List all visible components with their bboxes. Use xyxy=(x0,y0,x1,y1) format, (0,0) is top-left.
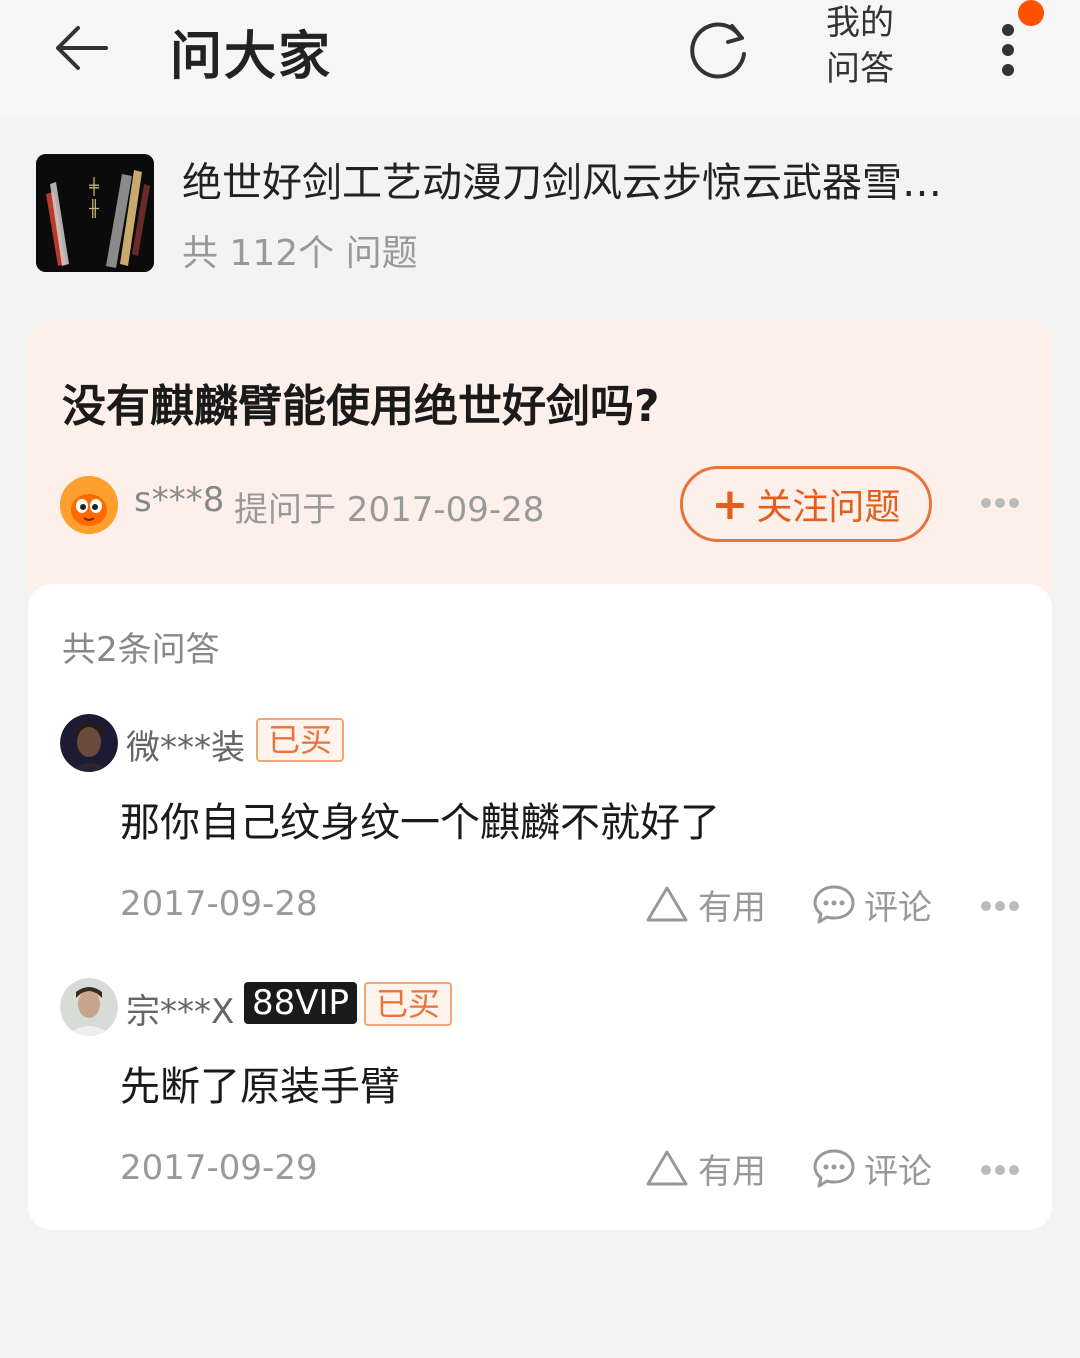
more-vertical-icon-dot xyxy=(1002,64,1014,76)
product-title: 绝世好剑工艺动漫刀剑风云步惊云武器雪… xyxy=(182,160,942,206)
bought-badge: 已买 xyxy=(256,718,345,762)
useful-button[interactable]: 有用 xyxy=(644,882,766,928)
answers-count: 共2条问答 xyxy=(62,630,220,670)
bought-badge: 已买 xyxy=(364,982,453,1026)
product-row[interactable]: ╪ ╫ 绝世好剑工艺动漫刀剑风云步惊云武器雪… 共 112个 问题 xyxy=(0,118,1080,318)
more-vertical-icon xyxy=(1002,24,1014,36)
answerer-name: 宗***X xyxy=(126,992,235,1032)
useful-button[interactable]: 有用 xyxy=(644,1146,766,1192)
comment-button[interactable]: 评论 xyxy=(812,1146,932,1192)
answers-card: 共2条问答 微***装 已买 那你自己纹身纹一个麒麟不就好了 2017-09-2… xyxy=(28,584,1052,1230)
page-title: 问大家 xyxy=(170,27,333,87)
comment-button[interactable]: 评论 xyxy=(812,882,932,928)
answer-text: 那你自己纹身纹一个麒麟不就好了 xyxy=(120,800,720,846)
product-thumbnail: ╪ ╫ xyxy=(36,154,154,272)
answer-more-button[interactable] xyxy=(978,1162,1022,1178)
question-count: 共 112个 问题 xyxy=(182,233,418,274)
back-button[interactable] xyxy=(50,20,114,76)
notification-dot xyxy=(1018,0,1044,26)
refresh-icon xyxy=(690,22,746,79)
top-bar: 问大家 我的 问答 xyxy=(0,0,1080,118)
asker-avatar xyxy=(60,476,118,534)
answer-item: 微***装 已买 那你自己纹身纹一个麒麟不就好了 2017-09-28 有用 评… xyxy=(28,714,1052,974)
avatar[interactable] xyxy=(60,714,118,772)
comment-label: 评论 xyxy=(864,1151,932,1192)
answer-text: 先断了原装手臂 xyxy=(120,1064,400,1110)
answer-item: 宗***X 88VIP 已买 先断了原装手臂 2017-09-29 有用 评论 xyxy=(28,978,1052,1238)
more-horizontal-icon xyxy=(981,1165,1019,1175)
my-qa-button[interactable]: 我的 问答 xyxy=(826,0,906,92)
refresh-button[interactable] xyxy=(684,14,754,84)
svg-text:╫: ╫ xyxy=(88,198,99,218)
question-more-button[interactable] xyxy=(978,488,1022,518)
user-avatar-image xyxy=(60,978,118,1036)
asker-name: s***8 xyxy=(134,480,225,520)
answer-date: 2017-09-28 xyxy=(120,884,318,924)
chat-bubble-icon xyxy=(813,885,855,924)
vip-badge: 88VIP xyxy=(244,982,358,1024)
more-horizontal-icon xyxy=(981,901,1019,911)
follow-question-button[interactable]: + 关注问题 xyxy=(680,466,932,542)
comment-label: 评论 xyxy=(864,887,932,928)
answerer-name: 微***装 xyxy=(126,728,245,768)
answer-date: 2017-09-29 xyxy=(120,1148,318,1188)
product-image: ╪ ╫ xyxy=(36,154,154,272)
chat-bubble-icon xyxy=(813,1149,855,1188)
my-qa-label-line1: 我的 xyxy=(826,3,894,43)
more-horizontal-icon xyxy=(981,498,1019,508)
more-menu-button[interactable] xyxy=(988,14,1028,84)
more-vertical-icon-dot xyxy=(1002,44,1014,56)
my-qa-label-line2: 问答 xyxy=(826,49,894,89)
asked-date: 提问于 2017-09-28 xyxy=(234,490,545,530)
svg-text:╪: ╪ xyxy=(88,176,99,196)
question-card: 没有麒麟臂能使用绝世好剑吗? s***8 提问于 2017-09-28 + 关注… xyxy=(28,320,1052,620)
useful-label: 有用 xyxy=(698,1151,766,1192)
arrow-left-icon xyxy=(56,26,108,70)
answer-more-button[interactable] xyxy=(978,898,1022,914)
mascot-avatar-icon xyxy=(60,476,118,534)
user-avatar-image xyxy=(60,714,118,772)
useful-label: 有用 xyxy=(698,887,766,928)
avatar[interactable] xyxy=(60,978,118,1036)
follow-question-label: 关注问题 xyxy=(756,487,901,528)
question-text: 没有麒麟臂能使用绝世好剑吗? xyxy=(62,381,660,432)
triangle-up-icon xyxy=(646,886,688,922)
triangle-up-icon xyxy=(646,1150,688,1186)
plus-icon: + xyxy=(711,478,749,530)
